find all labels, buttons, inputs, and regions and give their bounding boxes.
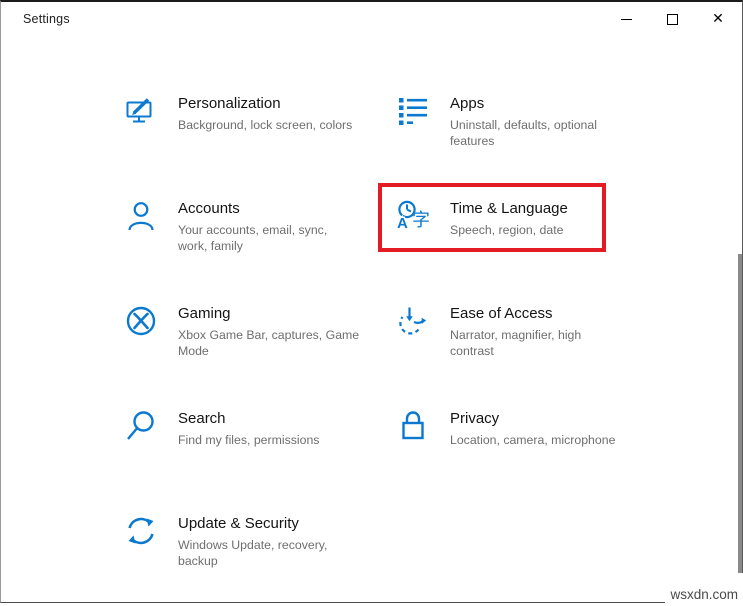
tile-title: Update & Security (178, 515, 327, 532)
tile-apps[interactable]: Apps Uninstall, defaults, optional featu… (393, 90, 643, 149)
search-icon (121, 409, 178, 443)
tile-title: Ease of Access (450, 305, 581, 322)
tile-personalization[interactable]: Personalization Background, lock screen,… (121, 90, 371, 134)
close-button[interactable]: ✕ (695, 4, 741, 34)
tile-time-language[interactable]: A 字 Time & Language Speech, region, date (393, 195, 643, 239)
tile-title: Gaming (178, 305, 359, 322)
tile-update-security[interactable]: Update & Security Windows Update, recove… (121, 510, 371, 569)
tile-title: Personalization (178, 95, 352, 112)
tile-title: Privacy (450, 410, 615, 427)
watermark-text: wsxdn.com (670, 588, 743, 606)
maximize-icon (667, 14, 678, 25)
window-title: Settings (23, 12, 70, 26)
tile-subtitle: Narrator, magnifier, high contrast (450, 328, 581, 359)
tile-privacy[interactable]: Privacy Location, camera, microphone (393, 405, 643, 449)
tile-title: Accounts (178, 200, 327, 217)
tile-subtitle: Speech, region, date (450, 223, 568, 239)
watermark: wsxdn.com (665, 573, 743, 606)
tile-subtitle: Xbox Game Bar, captures, Game Mode (178, 328, 359, 359)
svg-text:A: A (397, 215, 408, 232)
tile-subtitle: Background, lock screen, colors (178, 118, 352, 134)
accounts-icon (121, 199, 178, 233)
personalization-icon (121, 94, 178, 128)
tile-ease-of-access[interactable]: Ease of Access Narrator, magnifier, high… (393, 300, 643, 359)
gaming-icon (121, 304, 178, 338)
caption-buttons: ✕ (603, 4, 741, 34)
privacy-icon (393, 409, 450, 443)
maximize-button[interactable] (649, 4, 695, 34)
apps-icon (393, 94, 450, 128)
tile-subtitle: Find my files, permissions (178, 433, 319, 449)
tile-subtitle: Your accounts, email, sync, work, family (178, 223, 327, 254)
tile-subtitle: Location, camera, microphone (450, 433, 615, 449)
scrollbar-thumb[interactable] (738, 254, 742, 604)
ease-of-access-icon (393, 304, 450, 338)
tile-subtitle: Uninstall, defaults, optional features (450, 118, 597, 149)
minimize-icon (621, 19, 632, 20)
tile-accounts[interactable]: Accounts Your accounts, email, sync, wor… (121, 195, 371, 254)
titlebar: Settings ✕ (1, 4, 742, 36)
update-security-icon (121, 514, 178, 548)
tile-title: Apps (450, 95, 597, 112)
time-language-icon: A 字 (393, 199, 450, 233)
svg-text:字: 字 (412, 210, 430, 231)
minimize-button[interactable] (603, 4, 649, 34)
tile-gaming[interactable]: Gaming Xbox Game Bar, captures, Game Mod… (121, 300, 371, 359)
settings-window: Settings ✕ Personalization Background, l… (0, 0, 743, 603)
close-icon: ✕ (712, 12, 724, 26)
tile-subtitle: Windows Update, recovery, backup (178, 538, 327, 569)
tile-title: Time & Language (450, 200, 568, 217)
tile-title: Search (178, 410, 319, 427)
tile-search[interactable]: Search Find my files, permissions (121, 405, 371, 449)
